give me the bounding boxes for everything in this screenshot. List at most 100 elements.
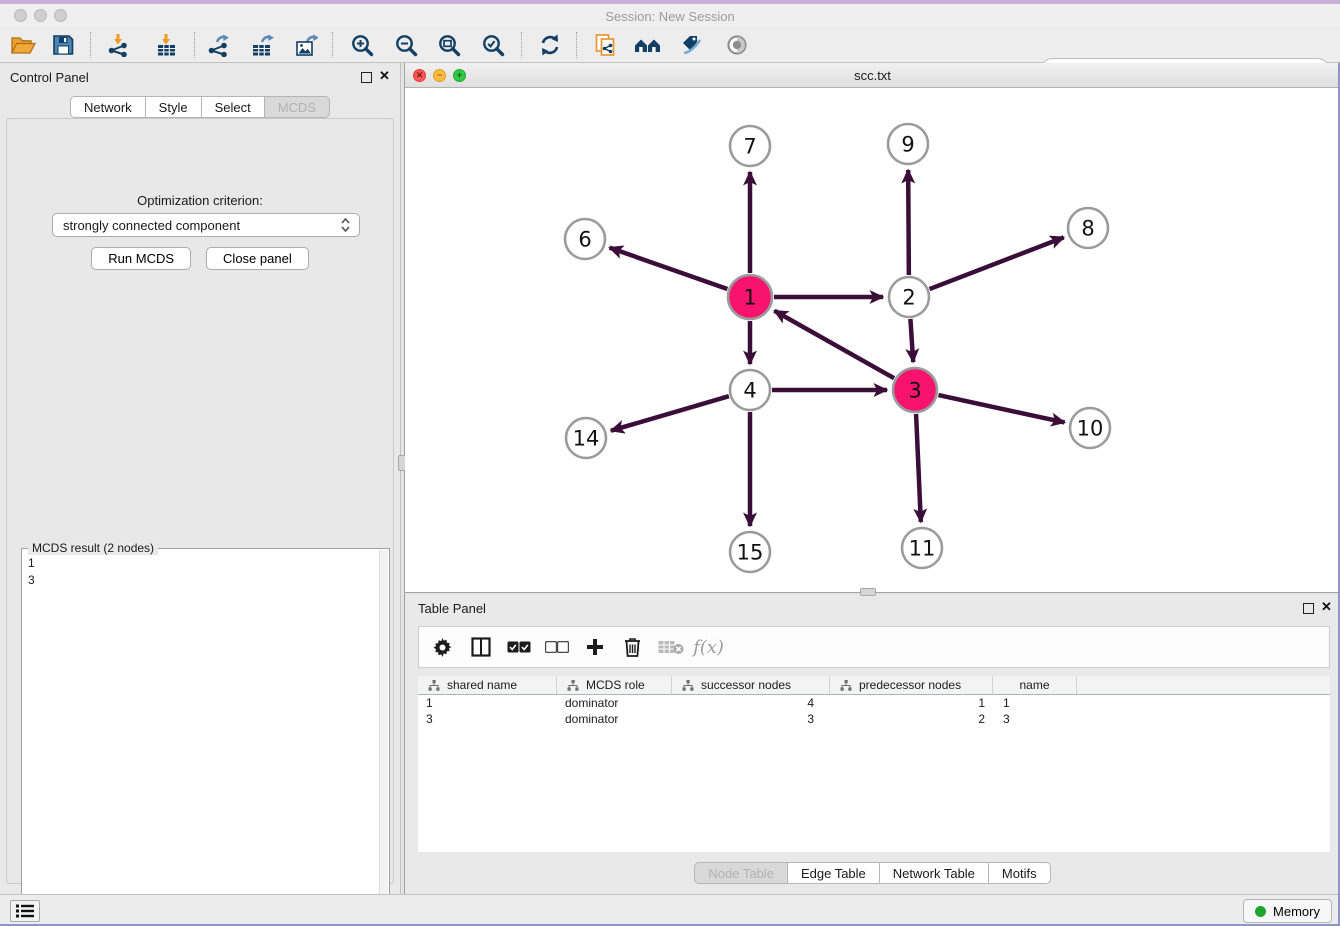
graph-node-label: 3 <box>908 379 921 403</box>
tab-network[interactable]: Network <box>70 96 146 118</box>
memory-button[interactable]: Memory <box>1243 899 1332 923</box>
mcds-result-group: MCDS result (2 nodes) 1 3 <box>21 548 390 926</box>
tab-select[interactable]: Select <box>201 96 265 118</box>
network-window-title: scc.txt <box>405 68 1340 83</box>
graph-edge-2-8[interactable] <box>930 237 1064 289</box>
tab-edge-table[interactable]: Edge Table <box>787 862 880 884</box>
import-table-button[interactable] <box>151 30 181 60</box>
graph-edge-1-6[interactable] <box>610 248 728 289</box>
close-panel-button[interactable]: Close panel <box>206 247 309 270</box>
table-panel-tabs: Node Table Edge Table Network Table Moti… <box>405 862 1340 884</box>
cell-successor-nodes[interactable]: 4 <box>672 695 830 711</box>
eye-icon <box>725 33 749 57</box>
label-tag-icon <box>680 33 704 57</box>
column-header-name[interactable]: name <box>993 676 1077 695</box>
export-network-button[interactable] <box>203 30 233 60</box>
export-table-button[interactable] <box>247 30 277 60</box>
toolbar-separator <box>576 32 577 58</box>
save-session-button[interactable] <box>48 30 78 60</box>
open-session-button[interactable] <box>8 30 38 60</box>
graph-edge-3-11[interactable] <box>916 414 921 522</box>
import-network-icon <box>106 33 130 57</box>
unselect-all-columns-button[interactable] <box>541 631 572 663</box>
network-window-titlebar[interactable]: ✕ − + scc.txt <box>405 63 1340 88</box>
graph-edge-4-14[interactable] <box>611 396 729 431</box>
apply-function-button[interactable]: f(x) <box>693 631 724 663</box>
task-history-button[interactable] <box>10 900 40 922</box>
import-network-button[interactable] <box>103 30 133 60</box>
tab-motifs[interactable]: Motifs <box>988 862 1051 884</box>
result-line: 1 <box>28 555 370 572</box>
column-header-predecessor-nodes[interactable]: predecessor nodes <box>830 676 993 695</box>
cell-predecessor-nodes[interactable]: 2 <box>830 711 993 727</box>
toggle-node-labels-button[interactable] <box>677 30 707 60</box>
node-table-body: 1 dominator 4 1 1 3 dominator 3 2 3 <box>418 695 1330 727</box>
tab-style[interactable]: Style <box>145 96 202 118</box>
cell-mcds-role[interactable]: dominator <box>557 711 672 727</box>
delete-table-icon <box>658 639 684 655</box>
toggle-graphics-details-button[interactable] <box>722 30 752 60</box>
toolbar-separator <box>521 32 522 58</box>
result-scrollbar[interactable] <box>379 550 388 926</box>
show-column-panel-button[interactable] <box>465 631 496 663</box>
network-graph[interactable]: 7968124314101511 <box>405 88 1340 592</box>
column-type-icon <box>567 680 579 691</box>
main-toolbar <box>0 27 1340 63</box>
cell-name[interactable]: 3 <box>993 711 1077 727</box>
cell-mcds-role[interactable]: dominator <box>557 695 672 711</box>
float-table-panel-icon[interactable] <box>1303 603 1314 614</box>
close-table-panel-icon[interactable]: ✕ <box>1321 600 1332 613</box>
select-all-columns-button[interactable] <box>503 631 534 663</box>
zoom-fit-button[interactable] <box>434 30 464 60</box>
export-image-button[interactable] <box>291 30 321 60</box>
network-canvas[interactable]: 7968124314101511 <box>405 88 1340 592</box>
tab-network-table[interactable]: Network Table <box>879 862 989 884</box>
memory-status-dot <box>1255 906 1266 917</box>
mcds-buttons-row: Run MCDS Close panel <box>7 247 393 270</box>
graph-node-label: 2 <box>902 286 915 310</box>
tab-node-table[interactable]: Node Table <box>694 862 788 884</box>
apply-layout-button[interactable] <box>535 30 565 60</box>
plus-icon <box>586 638 604 656</box>
column-header-shared-name[interactable]: shared name <box>418 676 557 695</box>
criterion-select[interactable]: strongly connected component <box>52 213 360 237</box>
show-all-networks-button[interactable] <box>633 30 663 60</box>
graph-edge-3-1[interactable] <box>774 311 894 378</box>
create-column-button[interactable] <box>579 631 610 663</box>
refresh-icon <box>538 33 562 57</box>
zoom-selected-button[interactable] <box>478 30 508 60</box>
mcds-result-text[interactable]: 1 3 <box>22 551 376 926</box>
cell-predecessor-nodes[interactable]: 1 <box>830 695 993 711</box>
graph-node-label: 1 <box>743 286 756 310</box>
table-panel: Table Panel ✕ <box>405 595 1340 894</box>
cell-shared-name[interactable]: 3 <box>418 711 557 727</box>
column-header-successor-nodes[interactable]: successor nodes <box>672 676 830 695</box>
cell-successor-nodes[interactable]: 3 <box>672 711 830 727</box>
control-panel-tabs: Network Style Select MCDS <box>0 96 400 118</box>
graph-node-label: 8 <box>1081 217 1094 241</box>
table-settings-button[interactable] <box>427 631 458 663</box>
zoom-out-button[interactable] <box>391 30 421 60</box>
graph-edge-2-3[interactable] <box>910 319 913 362</box>
zoom-in-button[interactable] <box>347 30 377 60</box>
delete-column-button[interactable] <box>617 631 648 663</box>
zoom-in-icon <box>350 33 374 57</box>
close-panel-icon[interactable]: ✕ <box>379 69 390 82</box>
float-panel-icon[interactable] <box>361 72 372 83</box>
run-mcds-button[interactable]: Run MCDS <box>91 247 191 270</box>
toolbar-separator <box>90 32 91 58</box>
window-title: Session: New Session <box>0 9 1340 24</box>
column-header-mcds-role[interactable]: MCDS role <box>557 676 672 695</box>
graph-edge-3-10[interactable] <box>938 395 1064 422</box>
cell-shared-name[interactable]: 1 <box>418 695 557 711</box>
cell-name[interactable]: 1 <box>993 695 1077 711</box>
tab-mcds[interactable]: MCDS <box>264 96 330 118</box>
clone-network-button[interactable] <box>590 30 620 60</box>
select-chevrons-icon <box>340 217 351 233</box>
memory-label: Memory <box>1273 904 1320 919</box>
mcds-panel-card: Optimization criterion: strongly connect… <box>6 118 394 884</box>
status-bar: Memory <box>0 894 1340 926</box>
zoom-fit-icon <box>437 33 461 57</box>
graph-edge-2-9[interactable] <box>908 170 909 275</box>
delete-table-button[interactable] <box>655 631 686 663</box>
